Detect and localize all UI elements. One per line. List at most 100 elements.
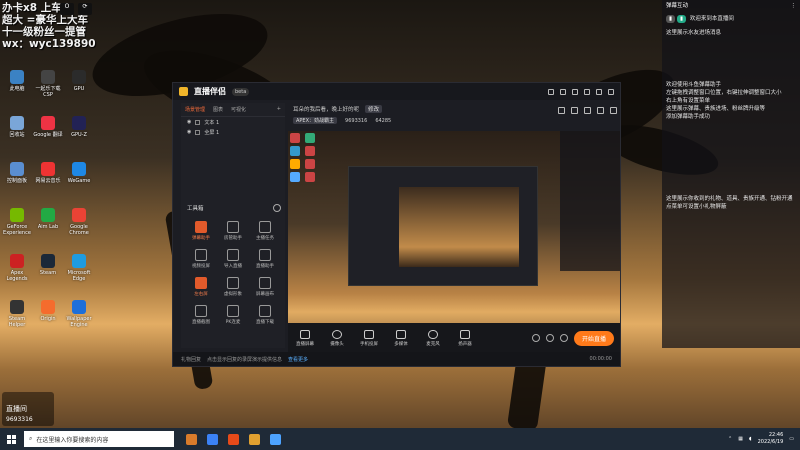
category-tag[interactable]: APEX：劲战霸主 (293, 117, 338, 124)
share-icon[interactable] (597, 107, 604, 114)
enter-notice: 这里展示水友进场消息 (666, 30, 722, 36)
danmu-panel-header[interactable]: 弹幕互动 ⋮ (662, 0, 800, 12)
toolbox-item[interactable]: 直播助手 (249, 249, 281, 269)
tab-scene[interactable]: 场景管理 (185, 106, 205, 113)
app-icon (10, 116, 24, 130)
desktop-icon[interactable]: GPU-Z (64, 116, 94, 138)
desktop-icon[interactable]: Microsoft Edge (64, 254, 94, 282)
tool-label: 左右屏 (194, 292, 208, 297)
menu-icon[interactable] (572, 88, 578, 95)
desktop-icon[interactable]: 网易云音乐 (33, 162, 63, 184)
toolbox-item[interactable]: 直播下载 (249, 305, 281, 325)
message-icon[interactable] (571, 107, 578, 114)
toolbox-item[interactable]: 导入直播 (217, 249, 249, 269)
live-companion-window[interactable]: 直播伴侣 beta 场景管理 图表 可视化 + ◉ 文本 1 ◉ 全屏 1 工具… (172, 82, 621, 367)
toolbox-item[interactable]: 左右屏 (185, 277, 217, 297)
desktop-icon[interactable]: 控制面板 (2, 162, 32, 184)
desktop-icon[interactable]: Apex Legends (2, 254, 32, 282)
scene-item[interactable]: ◉ 全屏 1 (181, 127, 285, 137)
app-titlebar[interactable]: 直播伴侣 beta (173, 83, 620, 100)
media-button[interactable]: 多媒体 (390, 329, 412, 347)
screen-capture-button[interactable]: 直播屏幕 (294, 329, 316, 347)
edit-title-button[interactable]: 修改 (365, 105, 383, 113)
desktop-icon[interactable]: 一起乐下载 CSP (33, 70, 63, 98)
danmu-helper-panel[interactable]: 弹幕互动 ⋮ ▮ ▮ 欢迎来到本直播间 这里展示水友进场消息 欢迎使用斗鱼弹幕助手… (662, 0, 800, 348)
desktop-icon[interactable]: GeForce Experience (2, 208, 32, 236)
taskbar-app-icon[interactable] (186, 433, 197, 445)
toolbox-more-icon[interactable] (273, 204, 281, 212)
desktop-icon[interactable]: Steam Helper (2, 300, 32, 328)
tab-chart[interactable]: 图表 (213, 106, 223, 113)
gear-icon[interactable] (559, 334, 568, 342)
taskbar-search[interactable]: ⌕ 在这里输入你要搜索的内容 (24, 431, 174, 447)
settings-icon[interactable] (548, 88, 554, 95)
app-icon (10, 162, 24, 176)
network-icon[interactable]: ▦ (738, 436, 743, 442)
taskbar-app-icon[interactable] (228, 433, 239, 445)
taskbar-app-icon[interactable] (249, 433, 260, 445)
tool-label: 主播任务 (256, 236, 274, 241)
clock[interactable]: 22:46 2022/6/19 (758, 432, 784, 446)
desktop-icon[interactable]: 此电脑 (2, 70, 32, 92)
desktop-icon[interactable]: Origin (33, 300, 63, 322)
maximize-icon[interactable] (596, 88, 602, 95)
windows-icon (6, 434, 16, 444)
eye-icon[interactable]: ◉ (187, 119, 191, 125)
status-left[interactable]: 礼物回复 (181, 356, 201, 363)
user-icon[interactable] (610, 107, 617, 114)
speaker-icon (460, 329, 470, 339)
desktop-icon[interactable]: WeGame (64, 162, 94, 184)
chevron-up-icon[interactable]: ⌃ (728, 436, 732, 442)
tool-label: 直播下载 (256, 320, 274, 325)
skin-icon[interactable] (560, 88, 566, 95)
tool-icon (259, 277, 271, 289)
lock-icon[interactable] (195, 129, 201, 135)
volume-icon[interactable]: ◖ (749, 436, 752, 442)
tab-visual[interactable]: 可视化 (231, 106, 246, 113)
record-icon[interactable] (531, 334, 540, 342)
view-icon[interactable] (545, 334, 554, 342)
app-icon (72, 254, 86, 268)
phone-cast-button[interactable]: 手机投屏 (358, 329, 380, 347)
desktop-icon-label: Google Chrome (69, 224, 89, 236)
widget-icon[interactable]: O (60, 3, 74, 15)
notification-icon[interactable]: ▭ (789, 436, 794, 442)
toolbox-item[interactable]: 弹幕助手 (185, 221, 217, 241)
desktop-icon[interactable]: Steam (33, 254, 63, 276)
desktop-icon-label: 回收站 (9, 132, 25, 138)
bell-icon[interactable] (584, 107, 591, 114)
toolbox-item[interactable]: 房管助手 (217, 221, 249, 241)
toolbox-item[interactable]: 虚拟形象 (217, 277, 249, 297)
status-more-link[interactable]: 查看更多 (288, 356, 308, 363)
toolbox-item[interactable]: 视频投屏 (185, 249, 217, 269)
toolbox-item[interactable]: 屏幕画布 (249, 277, 281, 297)
taskbar-app-icon[interactable] (270, 433, 281, 445)
desktop-icon[interactable]: Google Chrome (64, 208, 94, 236)
eye-icon[interactable]: ◉ (187, 129, 191, 135)
close-icon[interactable] (608, 88, 614, 95)
lock-icon[interactable] (195, 119, 201, 125)
desktop-icon[interactable]: Aim Lab (33, 208, 63, 230)
desktop-icon-label: 网易云音乐 (35, 178, 61, 184)
minimize-icon[interactable] (584, 88, 590, 95)
start-live-button[interactable]: 开始直播 (573, 330, 614, 346)
toolbox-item[interactable]: PK连麦 (217, 305, 249, 325)
toolbox-item[interactable]: 直播截图 (185, 305, 217, 325)
desktop-icon[interactable]: Wallpaper Engine (64, 300, 94, 328)
bb-label: 手机投屏 (360, 341, 378, 347)
desktop-icon[interactable]: 回收站 (2, 116, 32, 138)
more-icon[interactable]: ⋮ (791, 2, 797, 10)
camera-button[interactable]: 摄像头 (326, 329, 348, 347)
desktop-icon[interactable]: Google 翻译 (33, 116, 63, 138)
scene-item[interactable]: ◉ 文本 1 (181, 117, 285, 127)
widget-icon[interactable]: ⟳ (78, 3, 92, 15)
mic-button[interactable]: 麦克风 (422, 329, 444, 347)
start-button[interactable] (0, 428, 22, 450)
gift-icon[interactable] (558, 107, 565, 114)
live-controls: 开始直播 (531, 330, 614, 346)
desktop-icon[interactable]: GPU (64, 70, 94, 92)
add-scene-button[interactable]: + (277, 106, 281, 113)
taskbar-app-icon[interactable] (207, 433, 218, 445)
toolbox-item[interactable]: 主播任务 (249, 221, 281, 241)
speaker-button[interactable]: 扬声器 (454, 329, 476, 347)
